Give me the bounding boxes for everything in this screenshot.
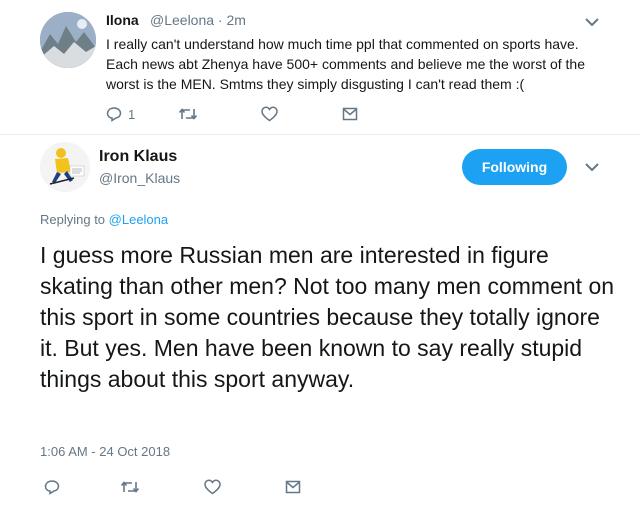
hockey-player-photo-icon: [40, 142, 90, 192]
divider: [0, 134, 640, 135]
message-button[interactable]: [285, 479, 301, 495]
reply-button[interactable]: 1: [106, 106, 135, 122]
author-handle[interactable]: @Iron_Klaus: [99, 170, 180, 186]
retweet-button[interactable]: [178, 106, 198, 122]
tweet-timestamp[interactable]: 1:06 AM - 24 Oct 2018: [40, 444, 170, 459]
replying-to-label: Replying to: [40, 212, 109, 227]
like-button[interactable]: [204, 479, 221, 495]
profile-photo-icon: [40, 12, 96, 68]
following-button[interactable]: Following: [462, 149, 567, 185]
message-button[interactable]: [342, 106, 358, 122]
author-name[interactable]: Ilona: [106, 12, 139, 28]
retweet-icon: [120, 481, 140, 493]
reply-count: 1: [128, 106, 136, 122]
tweet-text: I really can't understand how much time …: [106, 36, 586, 92]
avatar[interactable]: [40, 142, 90, 192]
replying-to: Replying to @Leelona: [40, 212, 168, 227]
tweet-text: I guess more Russian men are interested …: [40, 242, 615, 392]
tweet-actions: 1: [0, 103, 640, 125]
reply-icon: [106, 107, 122, 122]
retweet-button[interactable]: [120, 479, 140, 495]
author-name[interactable]: Iron Klaus: [99, 148, 177, 166]
like-button[interactable]: [261, 106, 278, 122]
chevron-down-icon[interactable]: [582, 12, 602, 32]
envelope-icon: [285, 480, 301, 494]
replying-to-handle-link[interactable]: @Leelona: [109, 212, 168, 227]
tweet-actions: [0, 477, 640, 499]
reply-icon: [44, 480, 60, 495]
heart-icon: [204, 479, 221, 495]
avatar[interactable]: [40, 12, 96, 68]
retweet-icon: [178, 108, 198, 120]
heart-icon: [261, 106, 278, 122]
reply-button[interactable]: [44, 479, 60, 495]
author-handle-time: @Leelona · 2m: [150, 12, 246, 28]
chevron-down-icon[interactable]: [582, 157, 602, 177]
envelope-icon: [342, 107, 358, 121]
